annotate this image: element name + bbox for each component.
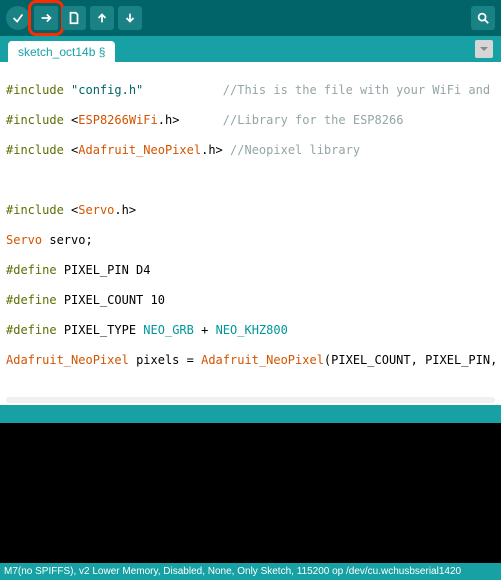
- board-status-bar: M7(no SPIFFS), v2 Lower Memory, Disabled…: [0, 563, 501, 580]
- new-sketch-button[interactable]: [62, 6, 86, 30]
- code-line: #include <Servo.h>: [6, 203, 495, 218]
- arrow-right-icon: [39, 11, 53, 25]
- message-bar: [0, 405, 501, 423]
- active-tab[interactable]: sketch_oct14b §: [8, 41, 115, 62]
- code-editor[interactable]: #include "config.h" //This is the file w…: [0, 62, 501, 405]
- serial-monitor-button[interactable]: [471, 6, 495, 30]
- file-icon: [67, 11, 81, 25]
- tab-bar: sketch_oct14b §: [0, 36, 501, 62]
- code-line: #include "config.h" //This is the file w…: [6, 83, 495, 98]
- code-line: #include <Adafruit_NeoPixel.h> //Neopixe…: [6, 143, 495, 158]
- upload-button[interactable]: [34, 6, 58, 30]
- tab-menu-button[interactable]: [475, 40, 493, 58]
- code-line: #define PIXEL_COUNT 10: [6, 293, 495, 308]
- save-sketch-button[interactable]: [118, 6, 142, 30]
- code-line: #include <ESP8266WiFi.h> //Library for t…: [6, 113, 495, 128]
- check-icon: [11, 11, 25, 25]
- code-line: [6, 383, 495, 398]
- code-line: [6, 173, 495, 188]
- code-line: Adafruit_NeoPixel pixels = Adafruit_NeoP…: [6, 353, 495, 368]
- code-line: #define PIXEL_PIN D4: [6, 263, 495, 278]
- open-sketch-button[interactable]: [90, 6, 114, 30]
- output-console[interactable]: [0, 423, 501, 563]
- arrow-down-icon: [123, 11, 137, 25]
- chevron-down-icon: [479, 44, 489, 54]
- code-line: Servo servo;: [6, 233, 495, 248]
- editor-h-scrollbar[interactable]: [6, 397, 495, 403]
- verify-button[interactable]: [6, 6, 30, 30]
- code-line: #define PIXEL_TYPE NEO_GRB + NEO_KHZ800: [6, 323, 495, 338]
- main-toolbar: [0, 0, 501, 36]
- arrow-up-icon: [95, 11, 109, 25]
- magnifier-icon: [476, 11, 490, 25]
